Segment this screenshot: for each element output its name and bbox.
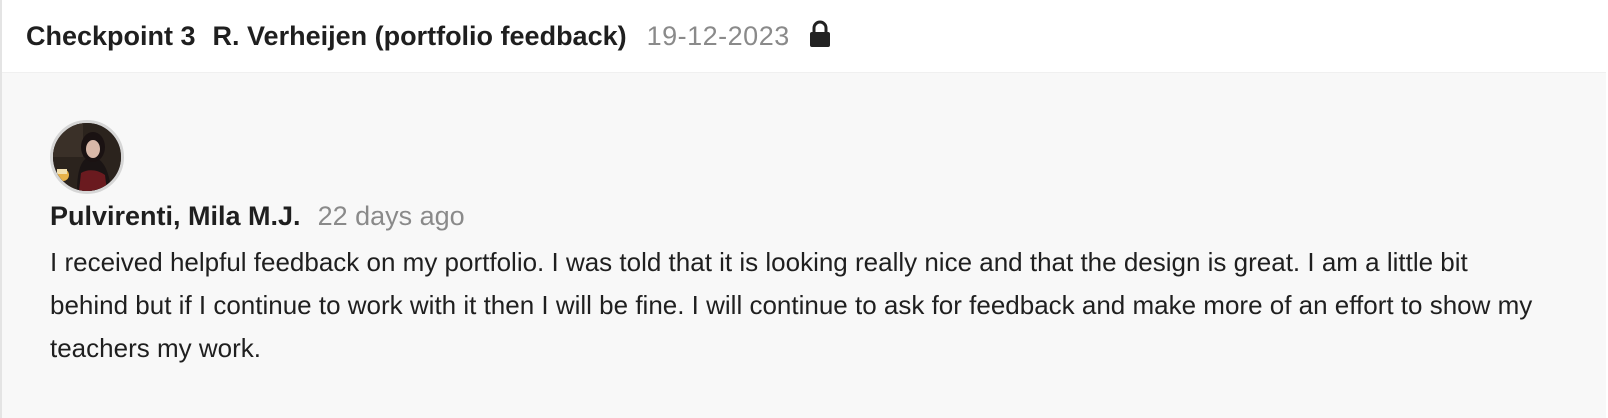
comment-timestamp: 22 days ago [317,201,465,231]
user-avatar[interactable] [50,120,124,194]
checkpoint-title: R. Verheijen (portfolio feedback) [212,20,627,51]
comment-meta: Pulvirenti, Mila M.J. 22 days ago [50,201,465,232]
author-name: Pulvirenti, Mila M.J. [50,201,301,231]
lock-icon [808,20,832,48]
checkpoint-label: Checkpoint 3 [26,20,196,51]
comment-section: Pulvirenti, Mila M.J. 22 days ago I rece… [2,73,1606,418]
checkpoint-header: Checkpoint 3 R. Verheijen (portfolio fee… [2,0,1606,73]
checkpoint-card: Checkpoint 3 R. Verheijen (portfolio fee… [0,0,1606,418]
comment-text: I received helpful feedback on my portfo… [50,247,1533,363]
checkpoint-date: 19-12-2023 [646,20,790,51]
